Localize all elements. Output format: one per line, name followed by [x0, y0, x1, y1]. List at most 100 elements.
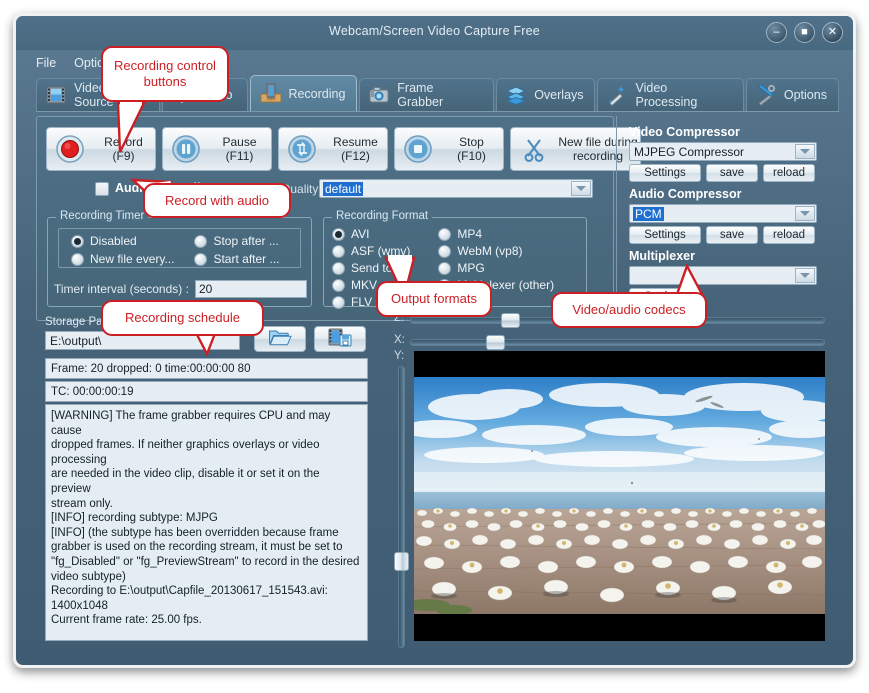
tab-frame-grabber[interactable]: Frame Grabber: [359, 78, 494, 111]
video-save-button[interactable]: save: [706, 164, 758, 182]
video-settings-button[interactable]: Settings: [629, 164, 701, 182]
minimize-button[interactable]: –: [766, 22, 787, 43]
preview-frame-image: [414, 377, 825, 614]
radio-timer-start-after-label: Start after ...: [213, 252, 279, 266]
multiplexer-title: Multiplexer: [629, 249, 817, 263]
log-output[interactable]: [WARNING] The frame grabber requires CPU…: [45, 404, 368, 641]
tab-recording[interactable]: Recording: [250, 75, 357, 111]
audio-compressor-value: PCM: [633, 207, 664, 221]
y-slider-thumb[interactable]: [394, 552, 409, 571]
tab-overlays[interactable]: Overlays: [496, 78, 595, 111]
timer-interval-label: Timer interval (seconds) :: [54, 282, 189, 296]
radio-icon: [332, 262, 345, 275]
window-controls: – ■ ✕: [766, 22, 843, 43]
audio-reload-button[interactable]: reload: [763, 226, 815, 244]
save-capture-file-button[interactable]: [314, 326, 366, 352]
radio-timer-start-after[interactable]: Start after ...: [194, 251, 279, 267]
audio-save-button[interactable]: save: [706, 226, 758, 244]
radio-format-avi-label: AVI: [351, 227, 369, 241]
record-circle-icon: [55, 134, 85, 164]
video-reload-button[interactable]: reload: [763, 164, 815, 182]
radio-icon: [438, 245, 451, 258]
log-line: [INFO] recording subtype: MJPG: [51, 511, 362, 526]
log-line: [INFO] (the subtype has been overridden …: [51, 526, 362, 541]
tab-label-overlays: Overlays: [534, 88, 583, 102]
recording-timer-group: Recording Timer Disabled New file every.…: [47, 217, 312, 307]
callout-tail: [100, 100, 180, 160]
radio-icon: [332, 279, 345, 292]
menu-item-file[interactable]: File: [36, 56, 56, 70]
app-screenshot: Webcam/Screen Video Capture Free – ■ ✕ F…: [0, 0, 869, 693]
callout-recording-control-buttons: Recording control buttons: [101, 46, 229, 102]
tab-video-processing[interactable]: Video Processing: [597, 78, 743, 111]
tab-label-recording: Recording: [288, 87, 345, 101]
camera-icon: [368, 84, 390, 106]
radio-icon: [71, 253, 84, 266]
radio-format-mkv-label: MKV: [351, 278, 377, 292]
radio-timer-new-file-label: New file every...: [90, 252, 174, 266]
log-line: dropped frames. If neither graphics over…: [51, 438, 362, 467]
timer-interval-input[interactable]: 20: [195, 280, 307, 298]
radio-format-mpg-label: MPG: [457, 261, 484, 275]
resume-button[interactable]: Resume (F12): [278, 127, 388, 171]
recording-format-title: Recording Format: [332, 210, 432, 222]
radio-timer-new-file-every[interactable]: New file every...: [71, 251, 174, 267]
radio-timer-disabled-label: Disabled: [90, 234, 137, 248]
radio-icon: [194, 253, 207, 266]
close-button[interactable]: ✕: [822, 22, 843, 43]
log-line: Current frame rate: 25.00 fps.: [51, 613, 362, 628]
film-strip-icon: [45, 84, 67, 106]
chevron-down-icon[interactable]: [795, 206, 815, 221]
radio-timer-disabled[interactable]: Disabled: [71, 233, 174, 249]
recording-tray-icon: [259, 83, 281, 105]
radio-timer-stop-after[interactable]: Stop after ...: [194, 233, 279, 249]
pause-button-label: Pause: [222, 135, 256, 149]
audio-compressor-select[interactable]: PCM: [629, 204, 817, 223]
callout-recording-schedule: Recording schedule: [101, 300, 264, 336]
x-slider[interactable]: [410, 339, 825, 346]
radio-icon: [332, 228, 345, 241]
maximize-icon: ■: [801, 27, 808, 38]
chevron-down-icon[interactable]: [795, 268, 815, 283]
video-compressor-select[interactable]: MJPEG Compressor: [629, 142, 817, 161]
video-compressor-title: Video Compressor: [629, 125, 817, 139]
recording-timer-options: Disabled New file every... Stop after ..…: [58, 228, 301, 268]
radio-format-flv-label: FLV: [351, 295, 372, 309]
log-line: "fg_Disabled" or "fg_PreviewStream" to r…: [51, 555, 362, 570]
chevron-down-icon[interactable]: [571, 181, 591, 196]
video-preview[interactable]: [414, 351, 825, 641]
tools-icon: [755, 84, 777, 106]
chevron-down-icon[interactable]: [795, 144, 815, 159]
timer-interval-row: Timer interval (seconds) : 20: [54, 280, 307, 298]
resume-icon: [287, 134, 317, 164]
log-line: 1400x1048: [51, 599, 362, 614]
radio-format-mpg[interactable]: MPG: [438, 260, 554, 276]
title-bar: Webcam/Screen Video Capture Free – ■ ✕: [16, 16, 853, 50]
layers-icon: [505, 84, 527, 106]
z-slider-thumb[interactable]: [501, 313, 520, 328]
resume-button-hotkey: (F12): [341, 149, 370, 163]
x-axis-label: X:: [394, 334, 405, 346]
tab-options[interactable]: Options: [746, 78, 839, 111]
audio-settings-button[interactable]: Settings: [629, 226, 701, 244]
log-line: grabber is used on the recording stream,…: [51, 540, 362, 555]
x-slider-thumb[interactable]: [486, 335, 505, 350]
radio-format-mp4[interactable]: MP4: [438, 226, 554, 242]
callout-video-audio-codecs: Video/audio codecs: [551, 292, 707, 328]
stop-button[interactable]: Stop (F10): [394, 127, 504, 171]
audio-recording-checkbox[interactable]: [95, 182, 109, 196]
log-line: video subtype): [51, 570, 362, 585]
resume-button-label: Resume: [333, 135, 378, 149]
log-line: are needed in the video clip, disable it…: [51, 467, 362, 496]
audio-quality-select[interactable]: default: [319, 179, 593, 198]
radio-format-webm[interactable]: WebM (vp8): [438, 243, 554, 259]
y-slider[interactable]: [398, 366, 405, 648]
radio-icon: [438, 262, 451, 275]
stop-button-hotkey: (F10): [457, 149, 486, 163]
radio-format-webm-label: WebM (vp8): [457, 244, 522, 258]
radio-format-avi[interactable]: AVI: [332, 226, 412, 242]
maximize-button[interactable]: ■: [794, 22, 815, 43]
pause-button-hotkey: (F11): [226, 149, 254, 163]
video-compressor-buttons: Settings save reload: [629, 164, 817, 182]
scissors-icon: [519, 134, 549, 164]
